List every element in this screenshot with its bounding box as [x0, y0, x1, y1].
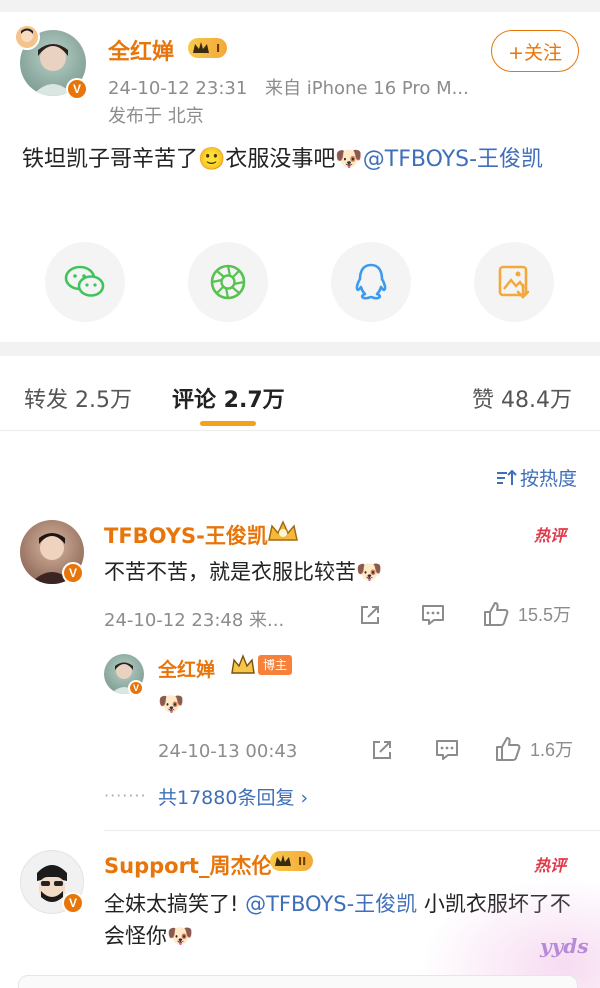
- blogger-tag: 博主: [258, 655, 293, 675]
- hot-comment-tag: 热评: [534, 856, 567, 875]
- reply-badges: 博主: [230, 654, 293, 676]
- save-image-icon: [498, 265, 530, 299]
- tabs-divider: [0, 430, 600, 431]
- share-icon: [373, 741, 391, 759]
- comment-divider: [104, 830, 600, 831]
- post-text: 铁坦凯子哥辛苦了🙂衣服没事吧🐶@TFBOYS-王俊凯: [22, 147, 544, 172]
- comment-author-name[interactable]: TFBOYS-王俊凯: [104, 520, 268, 550]
- reply-share-button[interactable]: [370, 738, 394, 762]
- share-moments-button[interactable]: [188, 242, 268, 322]
- view-more-replies-link[interactable]: 共17880条回复 ›: [158, 783, 308, 810]
- post-location: 发布于 北京: [108, 106, 204, 127]
- reply-comment-button[interactable]: [434, 738, 460, 762]
- verified-badge: V: [128, 680, 144, 696]
- reply-author-name[interactable]: 全红婵: [158, 655, 215, 682]
- section-divider: [0, 342, 600, 356]
- thumbs-up-icon: [496, 737, 521, 761]
- reply-timestamp: 24-10-13 00:43: [158, 741, 298, 762]
- avatar-decoration-icon: [14, 24, 40, 50]
- crown-icon: [193, 42, 209, 53]
- comment-author-name[interactable]: Support_周杰伦: [104, 850, 272, 880]
- crown-icon: [275, 855, 291, 866]
- share-icon: [361, 606, 379, 624]
- post-mention-link[interactable]: @TFBOYS-王俊凯: [363, 147, 543, 172]
- hot-comment-tag: 热评: [534, 526, 567, 545]
- comment-mention-link[interactable]: @TFBOYS-王俊凯: [245, 892, 417, 916]
- post-source: 来自 iPhone 16 Pro M...: [265, 78, 469, 99]
- member-crown-icon: [266, 518, 300, 548]
- post-timestamp: 24-10-12 23:31: [108, 78, 248, 99]
- comment-input-bar[interactable]: [18, 975, 578, 988]
- reply-like-count: 1.6万: [530, 740, 574, 760]
- sort-label: 按热度: [520, 468, 578, 490]
- verified-badge: V: [62, 562, 84, 584]
- top-band: [0, 0, 600, 12]
- post-meta: 24-10-12 23:31 来自 iPhone 16 Pro M...: [108, 74, 469, 100]
- tab-comment[interactable]: 评论 2.7万: [172, 382, 285, 414]
- verified-badge: V: [62, 892, 84, 914]
- comment-reply-button[interactable]: [420, 603, 446, 627]
- share-qq-button[interactable]: [331, 242, 411, 322]
- crown-icon: [231, 654, 255, 674]
- comment-like-button[interactable]: 15.5万: [482, 601, 571, 627]
- qq-icon: [355, 263, 387, 300]
- sort-icon: [497, 469, 517, 485]
- verified-badge: V: [66, 78, 88, 100]
- thumbs-up-icon: [484, 602, 509, 626]
- tab-repost[interactable]: 转发 2.5万: [24, 382, 132, 414]
- comment-share-button[interactable]: [358, 603, 382, 627]
- watermark-text: yyds: [540, 934, 589, 958]
- tab-like[interactable]: 赞 48.4万: [472, 382, 572, 414]
- follow-button[interactable]: +关注: [491, 30, 579, 72]
- active-tab-indicator: [200, 421, 256, 426]
- comment-timestamp: 24-10-12 23:48 来...: [104, 610, 285, 631]
- share-save-image-button[interactable]: [474, 242, 554, 322]
- comment-icon: [422, 605, 444, 625]
- post-author-name[interactable]: 全红婵: [108, 34, 174, 66]
- moments-icon: [210, 264, 246, 300]
- reply-text: 🐶: [158, 692, 185, 716]
- reply-thread-dots: ·······: [104, 786, 147, 805]
- comment-like-count: 15.5万: [518, 605, 572, 625]
- comment-icon: [436, 740, 458, 760]
- wechat-icon: [64, 265, 105, 297]
- share-wechat-button[interactable]: [45, 242, 125, 322]
- sort-by-hotness-button[interactable]: 按热度: [495, 464, 577, 491]
- reply-like-button[interactable]: 1.6万: [494, 736, 573, 762]
- level-badge: II: [270, 851, 314, 872]
- level-badge: I: [188, 38, 228, 59]
- watermark-glow: [420, 878, 600, 988]
- comment-text: 不苦不苦，就是衣服比较苦🐶: [104, 560, 383, 584]
